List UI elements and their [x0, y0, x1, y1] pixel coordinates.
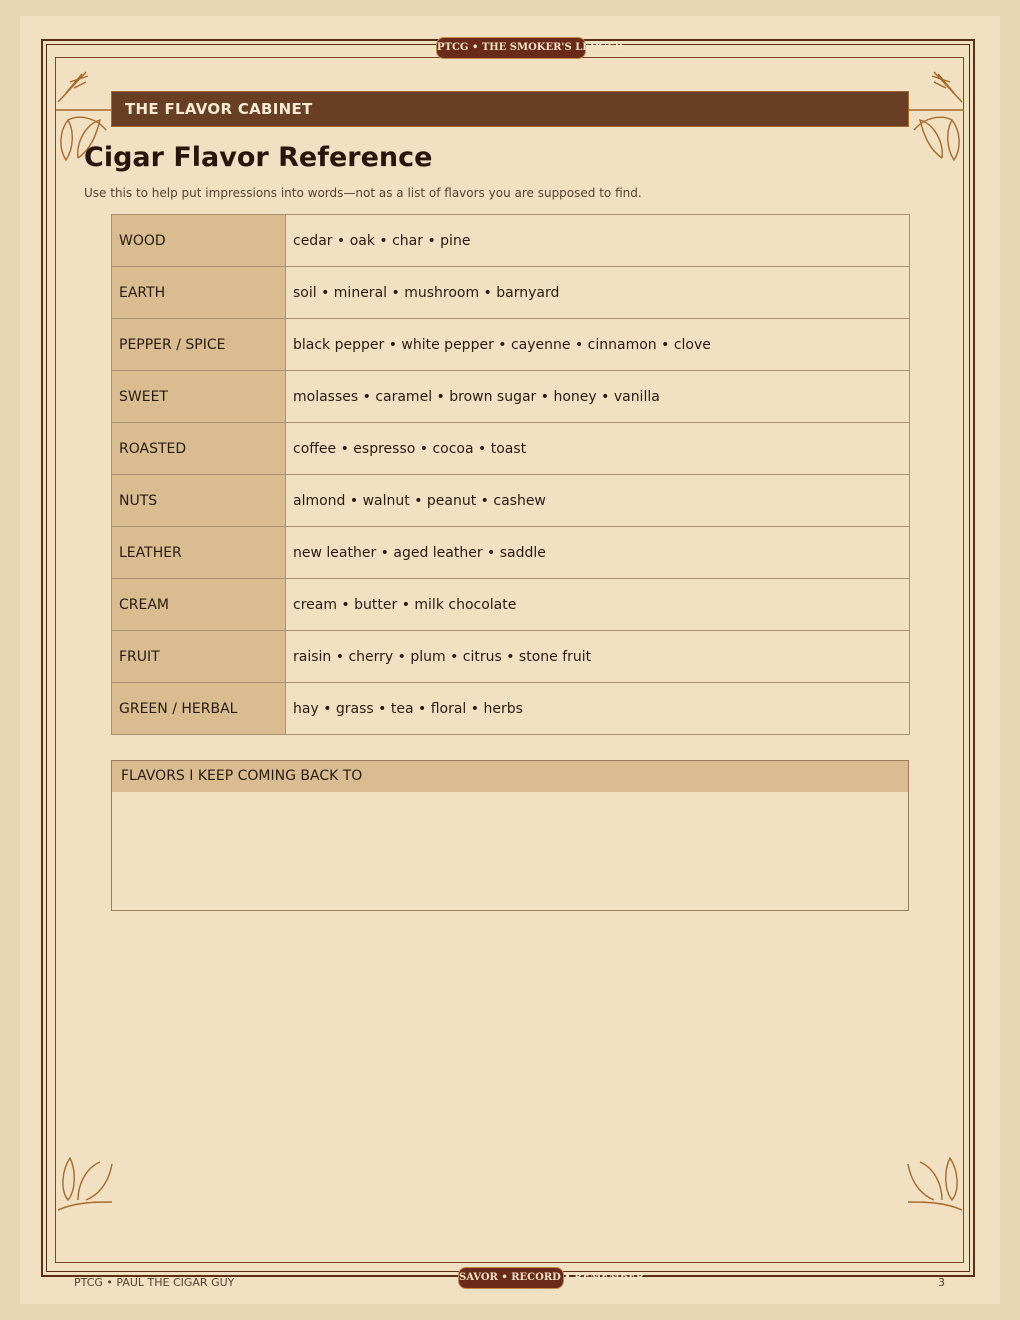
table-row: SWEET molasses • caramel • brown sugar • …: [111, 370, 910, 423]
flavor-items: cream • butter • milk chocolate: [285, 578, 910, 631]
table-row: ROASTED coffee • espresso • cocoa • toast: [111, 422, 910, 475]
footer-credit: PTCG • PAUL THE CIGAR GUY: [74, 1276, 235, 1289]
page-title: Cigar Flavor Reference: [84, 142, 433, 173]
flavor-items: raisin • cherry • plum • citrus • stone …: [285, 630, 910, 683]
flavor-items: hay • grass • tea • floral • herbs: [285, 682, 910, 735]
page-number: 3: [938, 1276, 945, 1289]
flavor-items: cedar • oak • char • pine: [285, 214, 910, 267]
table-row: FRUIT raisin • cherry • plum • citrus • s…: [111, 630, 910, 683]
tobacco-leaf-ornament-icon: [57, 1156, 113, 1211]
table-row: NUTS almond • walnut • peanut • cashew: [111, 474, 910, 527]
page-subtitle: Use this to help put impressions into wo…: [84, 186, 642, 200]
table-row: CREAM cream • butter • milk chocolate: [111, 578, 910, 631]
tobacco-leaf-ornament-icon: [908, 71, 964, 162]
favorite-flavors-box[interactable]: FLAVORS I KEEP COMING BACK TO: [111, 760, 909, 911]
flavor-category: ROASTED: [111, 422, 286, 475]
flavor-items: soil • mineral • mushroom • barnyard: [285, 266, 910, 319]
section-label-bar: THE FLAVOR CABINET: [111, 91, 909, 127]
flavor-items: molasses • caramel • brown sugar • honey…: [285, 370, 910, 423]
flavor-category: LEATHER: [111, 526, 286, 579]
bottom-badge: SAVOR • RECORD • REMEMBER: [458, 1267, 644, 1289]
flavor-category: PEPPER / SPICE: [111, 318, 286, 371]
flavor-category: GREEN / HERBAL: [111, 682, 286, 735]
flavor-category: EARTH: [111, 266, 286, 319]
flavor-items: almond • walnut • peanut • cashew: [285, 474, 910, 527]
flavor-items: coffee • espresso • cocoa • toast: [285, 422, 910, 475]
flavor-table: WOOD cedar • oak • char • pine EARTH soil …: [111, 214, 910, 735]
flavor-category: SWEET: [111, 370, 286, 423]
tobacco-leaf-ornament-icon: [907, 1156, 963, 1211]
table-row: EARTH soil • mineral • mushroom • barnyar…: [111, 266, 910, 319]
table-row: LEATHER new leather • aged leather • sadd…: [111, 526, 910, 579]
table-row: WOOD cedar • oak • char • pine: [111, 214, 910, 267]
favorite-flavors-heading: FLAVORS I KEEP COMING BACK TO: [112, 761, 908, 792]
table-row: GREEN / HERBAL hay • grass • tea • floral…: [111, 682, 910, 735]
table-row: PEPPER / SPICE black pepper • white peppe…: [111, 318, 910, 371]
flavor-category: NUTS: [111, 474, 286, 527]
flavor-items: black pepper • white pepper • cayenne • …: [285, 318, 910, 371]
flavor-items: new leather • aged leather • saddle: [285, 526, 910, 579]
top-badge: PTCG • THE SMOKER'S LEDGER: [436, 37, 623, 59]
flavor-category: FRUIT: [111, 630, 286, 683]
flavor-category: CREAM: [111, 578, 286, 631]
flavor-category: WOOD: [111, 214, 286, 267]
